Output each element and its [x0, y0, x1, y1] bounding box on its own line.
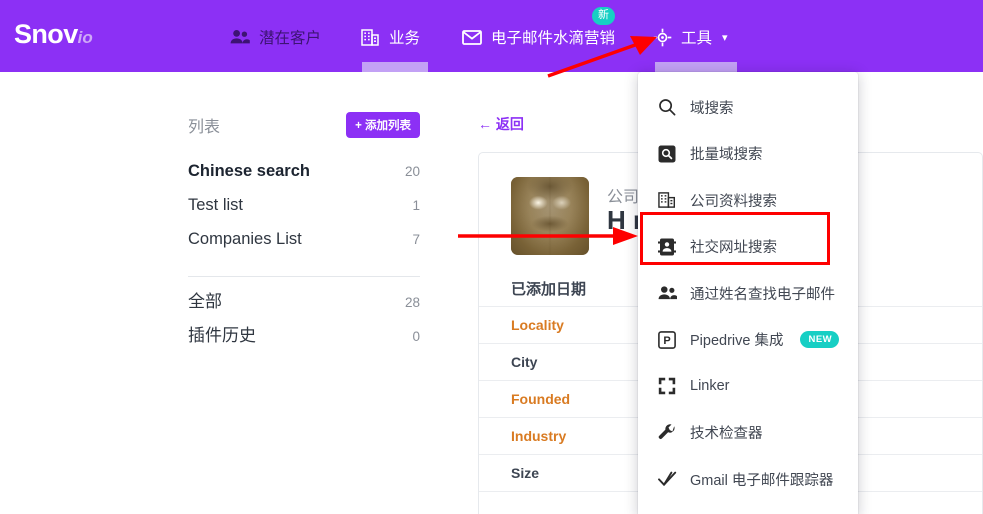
- nav-item-tools[interactable]: 工具 ▾: [652, 24, 728, 50]
- list-item-count: 1: [412, 198, 420, 213]
- menu-item-gmail-email-tracker[interactable]: Gmail 电子邮件跟踪器: [638, 456, 858, 503]
- list-item-label: 全部: [188, 287, 222, 312]
- snovio-logo[interactable]: Snovio: [14, 19, 93, 50]
- nav-item-label: 电子邮件水滴营销: [491, 26, 615, 48]
- annotation-highlight-box: [640, 212, 830, 265]
- search-icon: [657, 97, 677, 117]
- menu-item-label: 技术检查器: [690, 422, 763, 443]
- nav-item-email-drip[interactable]: 电子邮件水滴营销: [462, 24, 615, 50]
- menu-item-label: Pipedrive 集成: [690, 329, 783, 350]
- menu-item-domain-search[interactable]: 域搜索: [638, 84, 858, 131]
- top-navigation-bar: Snovio 潜在客户 业务 电子邮件水滴营销: [0, 0, 983, 72]
- avatar-image: [511, 177, 589, 255]
- menu-item-linker[interactable]: Linker: [638, 363, 858, 410]
- badge-new-nav: 新: [592, 7, 615, 25]
- people-icon: [230, 27, 250, 47]
- list-item-count: 7: [412, 232, 420, 247]
- envelope-icon: [462, 27, 482, 47]
- tab-indicator-tools: [655, 62, 737, 72]
- list-item-chinese-search[interactable]: Chinese search 20: [188, 162, 420, 196]
- linker-icon: [657, 376, 677, 396]
- wrench-icon: [657, 423, 677, 443]
- badge-new-pipedrive: NEW: [800, 331, 839, 348]
- target-icon: [652, 27, 672, 47]
- list-item-label: 插件历史: [188, 321, 256, 346]
- left-sidebar: 列表 + 添加列表 Chinese search 20 Test list 1 …: [0, 72, 450, 514]
- list-item-all[interactable]: 全部 28: [188, 287, 420, 321]
- nav-item-label: 工具: [681, 26, 712, 48]
- sidebar-header: 列表 + 添加列表: [188, 112, 420, 138]
- back-link[interactable]: ← 返回: [478, 114, 524, 134]
- add-list-button[interactable]: + 添加列表: [346, 112, 420, 138]
- pipedrive-p-icon: P: [657, 330, 677, 350]
- logo-suffix: io: [78, 28, 93, 47]
- menu-item-label: Gmail 电子邮件跟踪器: [690, 469, 833, 490]
- list-item-companies-list[interactable]: Companies List 7: [188, 230, 420, 264]
- list-item-plugin-history[interactable]: 插件历史 0: [188, 321, 420, 355]
- sidebar-divider: [188, 276, 420, 277]
- nav-item-label: 业务: [389, 26, 420, 48]
- list-item-test-list[interactable]: Test list 1: [188, 196, 420, 230]
- bulk-search-icon: [657, 144, 677, 164]
- company-avatar: [511, 177, 589, 255]
- building-icon: [360, 27, 380, 47]
- menu-item-label: Linker: [690, 378, 730, 394]
- menu-item-label: 域搜索: [690, 97, 734, 118]
- menu-item-label: 批量域搜索: [690, 143, 763, 164]
- company-label: 公司: [607, 183, 639, 207]
- svg-text:P: P: [663, 335, 670, 347]
- list-item-count: 0: [412, 329, 420, 344]
- list-item-label: Companies List: [188, 230, 302, 249]
- people-icon: [657, 283, 677, 303]
- list-item-count: 20: [405, 164, 420, 179]
- sidebar-title: 列表: [188, 113, 220, 137]
- chevron-down-icon: ▾: [722, 31, 728, 44]
- nav-item-leads[interactable]: 潜在客户: [230, 24, 321, 50]
- tools-dropdown-menu: 域搜索 批量域搜索 公司资料搜索 社交网址搜索 通过姓名查找电子邮件: [638, 72, 858, 514]
- menu-item-tech-checker[interactable]: 技术检查器: [638, 410, 858, 457]
- logo-text: Snov: [14, 19, 78, 49]
- menu-item-label: 公司资料搜索: [690, 190, 777, 211]
- list-item-label: Chinese search: [188, 162, 310, 181]
- sidebar-list-container: Chinese search 20 Test list 1 Companies …: [188, 162, 420, 355]
- company-building-icon: [657, 190, 677, 210]
- list-item-label: Test list: [188, 196, 243, 215]
- list-item-count: 28: [405, 295, 420, 310]
- app-root: Snovio 潜在客户 业务 电子邮件水滴营销: [0, 0, 983, 514]
- nav-item-business[interactable]: 业务: [360, 24, 420, 50]
- menu-item-bulk-domain-search[interactable]: 批量域搜索: [638, 131, 858, 178]
- checkmark-icon: [657, 469, 677, 489]
- menu-item-pipedrive-integration[interactable]: P Pipedrive 集成 NEW: [638, 317, 858, 364]
- nav-item-label: 潜在客户: [259, 26, 321, 48]
- menu-item-label: 通过姓名查找电子邮件: [690, 283, 835, 304]
- menu-item-find-email-by-name[interactable]: 通过姓名查找电子邮件: [638, 270, 858, 317]
- tab-indicator-business: [362, 62, 428, 72]
